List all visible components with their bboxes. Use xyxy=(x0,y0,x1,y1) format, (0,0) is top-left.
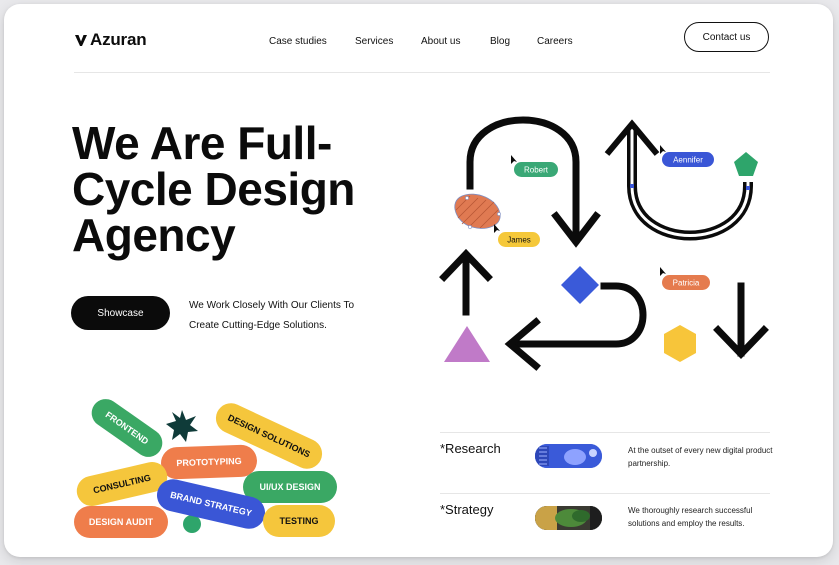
service-tags: FRONTEND DESIGN SOLUTIONS PROTOTYPING CO… xyxy=(74,394,337,538)
strategy-thumbnail xyxy=(535,506,602,530)
service-desc-strategy: We thoroughly research successful soluti… xyxy=(628,506,753,528)
service-desc-research: At the outset of every new digital produ… xyxy=(628,446,773,468)
tag-ui-ux-design[interactable]: UI/UX DESIGN xyxy=(243,471,337,503)
tag-prototyping[interactable]: PROTOTYPING xyxy=(160,444,257,480)
tag-consulting[interactable]: CONSULTING xyxy=(74,459,170,509)
page-card: Azuran Case studies Services About us Bl… xyxy=(4,4,833,557)
starburst-icon xyxy=(166,410,198,442)
service-divider xyxy=(440,432,770,433)
tag-label: TESTING xyxy=(279,516,318,526)
research-thumbnail xyxy=(535,444,602,468)
dot-decoration xyxy=(183,515,201,533)
tag-label: UI/UX DESIGN xyxy=(259,482,320,492)
service-divider xyxy=(440,493,770,494)
tag-design-audit[interactable]: DESIGN AUDIT xyxy=(74,506,168,538)
service-title-strategy: *Strategy xyxy=(440,502,494,517)
tag-label: DESIGN AUDIT xyxy=(89,517,154,527)
tag-testing[interactable]: TESTING xyxy=(263,505,335,537)
tag-frontend[interactable]: FRONTEND xyxy=(86,394,168,463)
service-title-research: *Research xyxy=(440,441,501,456)
